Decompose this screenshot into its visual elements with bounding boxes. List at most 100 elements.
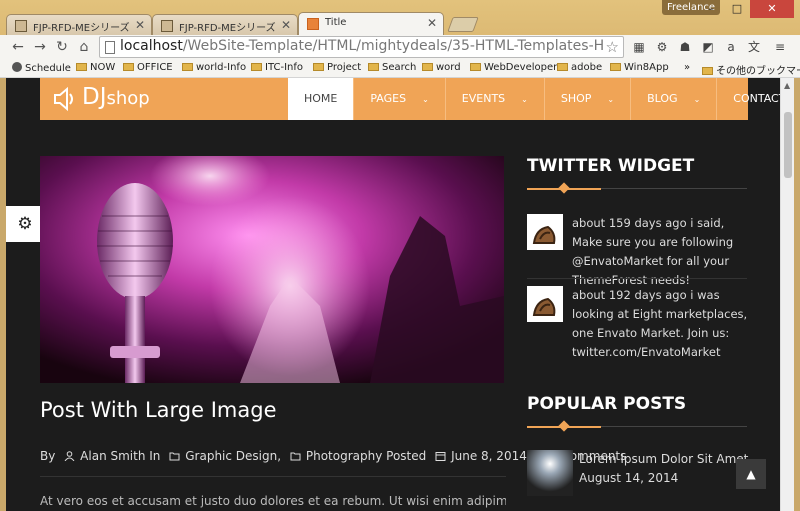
extension-icon[interactable]: ◩ <box>699 38 717 56</box>
post-title[interactable]: Post With Large Image <box>40 398 277 422</box>
nav-home[interactable]: HOME <box>288 78 354 120</box>
nav-events[interactable]: EVENTS ⌄ <box>444 78 544 120</box>
meta-category[interactable]: Graphic Design, <box>169 449 281 463</box>
bookmark-schedule[interactable]: Schedule <box>12 62 71 74</box>
amazon-icon[interactable]: a <box>722 38 740 56</box>
bookmark-folder[interactable]: world-Info <box>182 62 246 73</box>
forward-arrow-icon[interactable]: → <box>30 37 50 57</box>
bookmark-folder[interactable]: OFFICE <box>123 62 173 73</box>
nav-contact[interactable]: CONTACT <box>716 78 780 120</box>
folder-icon <box>169 452 180 461</box>
home-icon[interactable]: ⌂ <box>74 37 94 57</box>
address-bar[interactable]: localhost/WebSite-Template/HTML/mightyde… <box>99 36 624 58</box>
extension-icon[interactable]: ☗ <box>676 38 694 56</box>
diamond-icon <box>558 420 570 432</box>
back-arrow-icon[interactable]: ← <box>8 37 28 57</box>
folder-icon <box>422 63 433 71</box>
meta-author[interactable]: Alan Smith In <box>64 449 160 463</box>
folder-icon <box>702 67 713 75</box>
meta-category[interactable]: Photography Posted <box>290 449 426 463</box>
twitter-avatar-icon <box>527 214 563 250</box>
extension-icon[interactable]: ▦ <box>630 38 648 56</box>
bookmark-folder[interactable]: Search <box>368 62 416 73</box>
tweet-item: about 192 days ago i was looking at Eigh… <box>527 286 749 366</box>
tweet-item: about 159 days ago i said, Make sure you… <box>527 214 749 287</box>
browser-chrome: FJP-RFD-MEシリーズ【従 ✕ FJP-RFD-MEシリーズ【従 ✕ Ti… <box>0 0 800 78</box>
user-icon <box>64 451 75 461</box>
folder-icon <box>290 452 301 461</box>
folder-icon <box>313 63 324 71</box>
category-link: Graphic Design, <box>185 449 282 463</box>
chevron-down-icon: ⌄ <box>607 95 615 104</box>
reload-icon[interactable]: ↻ <box>52 37 72 57</box>
other-bookmarks[interactable]: その他のブックマーク <box>702 62 800 77</box>
tab-close-icon[interactable]: ✕ <box>427 16 437 30</box>
new-tab-button[interactable] <box>447 17 479 32</box>
chevron-down-icon: ⌄ <box>521 95 528 104</box>
popular-posts-title: POPULAR POSTS <box>527 394 687 414</box>
bookmark-folder[interactable]: Win8App <box>610 62 669 73</box>
twitter-avatar-icon <box>527 286 563 322</box>
url-host: localhost <box>120 38 183 54</box>
translate-icon[interactable]: 文 <box>745 38 763 56</box>
minimize-button[interactable]: – <box>698 0 724 18</box>
bookmarks-overflow[interactable]: » <box>684 62 690 73</box>
settings-gear-icon[interactable]: ⚙ <box>653 38 671 56</box>
popular-post-thumbnail[interactable] <box>527 450 573 496</box>
twitter-widget-title: TWITTER WIDGET <box>527 156 695 176</box>
page-favicon-icon <box>307 18 319 30</box>
browser-toolbar: ← → ↻ ⌂ localhost/WebSite-Template/HTML/… <box>0 35 800 59</box>
bookmark-folder[interactable]: word <box>422 62 461 73</box>
nav-blog[interactable]: BLOG ⌄ <box>630 78 716 120</box>
diamond-icon <box>558 182 570 194</box>
bookmark-folder[interactable]: adobe <box>557 62 602 73</box>
folder-icon <box>123 63 134 71</box>
page-icon <box>105 41 115 54</box>
nav-pages[interactable]: PAGES ⌄ <box>353 78 444 120</box>
tweet-text: about 192 days ago i was looking at Eigh… <box>572 288 748 359</box>
chevron-down-icon: ⌄ <box>693 95 701 104</box>
main-nav: HOME PAGES⌄ EVENTS⌄ SHOP⌄ BLOG⌄ CONTACT … <box>288 78 780 120</box>
tab-close-icon[interactable]: ✕ <box>281 18 291 32</box>
folder-icon <box>251 63 262 71</box>
category-link: Photography Posted <box>305 449 427 463</box>
maximize-button[interactable]: □ <box>724 0 750 18</box>
post-date: June 8, 2014 <box>451 449 527 463</box>
speaker-logo-icon <box>54 86 73 112</box>
bookmark-folder[interactable]: WebDeveloper <box>470 62 557 73</box>
tab-2[interactable]: FJP-RFD-MEシリーズ【従 ✕ <box>152 14 298 35</box>
bookmark-folder[interactable]: Project <box>313 62 361 73</box>
bookmark-folder[interactable]: ITC-Info <box>251 62 303 73</box>
divider <box>527 278 747 279</box>
folder-icon <box>182 63 193 71</box>
bookmark-folder[interactable]: NOW <box>76 62 115 73</box>
url-text[interactable]: localhost/WebSite-Template/HTML/mightyde… <box>120 38 604 54</box>
web-page: DJshop HOME PAGES ⌄ EVENTS ⌄ SHOP ⌄ BLOG ⌄ C… <box>6 78 780 511</box>
logo-dj: DJ <box>82 84 107 110</box>
bookmarks-bar: Schedule NOW OFFICE world-Info ITC-Info … <box>0 59 800 78</box>
settings-gear-icon[interactable]: ⚙ <box>6 206 44 242</box>
tab-1[interactable]: FJP-RFD-MEシリーズ【従 ✕ <box>6 14 152 35</box>
scrollbar-thumb[interactable] <box>784 112 792 178</box>
folder-icon <box>368 63 379 71</box>
nav-shop[interactable]: SHOP ⌄ <box>543 78 630 120</box>
popular-post-title[interactable]: Lorem Ipsum Dolor Sit Amet <box>579 452 748 466</box>
tab-active[interactable]: Title ✕ <box>298 12 444 35</box>
meta-date[interactable]: June 8, 2014 <box>435 449 527 463</box>
chevron-down-icon: ⌄ <box>422 95 429 104</box>
url-path: /WebSite-Template/HTML/mightydeals/35-HT… <box>182 38 604 54</box>
close-window-button[interactable]: ✕ <box>750 0 794 18</box>
site-header: DJshop HOME PAGES ⌄ EVENTS ⌄ SHOP ⌄ BLOG ⌄ C… <box>40 78 780 120</box>
scroll-up-arrow-icon[interactable]: ▲ <box>784 81 790 90</box>
menu-hamburger-icon[interactable]: ≡ <box>771 38 789 56</box>
bookmark-star-icon[interactable]: ☆ <box>606 38 619 56</box>
window-controls: – □ ✕ <box>698 0 794 18</box>
tab-label: FJP-RFD-MEシリーズ【従 <box>33 23 133 34</box>
site-logo[interactable]: DJshop <box>82 84 150 110</box>
window-border <box>794 78 800 511</box>
scroll-to-top-button[interactable]: ▲ <box>736 459 766 489</box>
folder-icon <box>76 63 87 71</box>
tab-strip: FJP-RFD-MEシリーズ【従 ✕ FJP-RFD-MEシリーズ【従 ✕ Ti… <box>6 12 526 35</box>
tab-close-icon[interactable]: ✕ <box>135 18 145 32</box>
page-scrollbar[interactable]: ▲ <box>780 78 794 511</box>
